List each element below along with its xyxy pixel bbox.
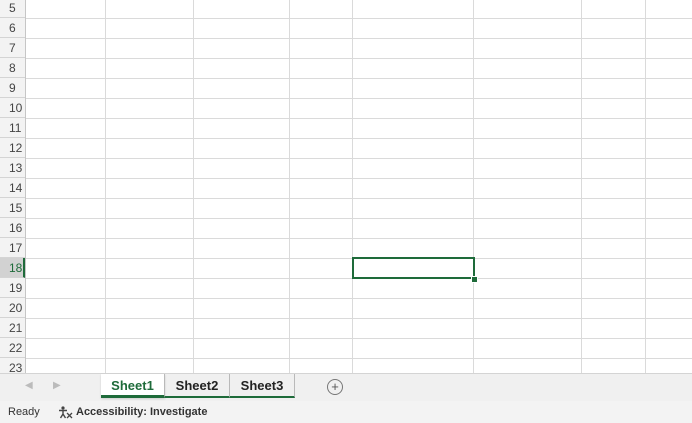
row-headers: 5 6 7 8 9 10 11 12 13 14 15 16 17 18 19 … (0, 0, 26, 373)
gridline (26, 118, 692, 119)
row-header[interactable]: 11 (0, 118, 25, 138)
worksheet-grid[interactable]: 5 6 7 8 9 10 11 12 13 14 15 16 17 18 19 … (0, 0, 692, 373)
row-header[interactable]: 20 (0, 298, 25, 318)
row-header[interactable]: 6 (0, 18, 25, 38)
row-header[interactable]: 23 (0, 358, 25, 373)
row-header[interactable]: 21 (0, 318, 25, 338)
row-header[interactable]: 7 (0, 38, 25, 58)
gridline (26, 198, 692, 199)
gridline (26, 178, 692, 179)
gridline (26, 58, 692, 59)
gridline (26, 358, 692, 359)
row-header[interactable]: 12 (0, 138, 25, 158)
gridline (26, 318, 692, 319)
gridline (26, 138, 692, 139)
row-header[interactable]: 9 (0, 78, 25, 98)
active-cell[interactable] (352, 257, 475, 279)
row-header[interactable]: 13 (0, 158, 25, 178)
accessibility-status-button[interactable]: Accessibility: Investigate (76, 401, 207, 423)
row-header[interactable]: 22 (0, 338, 25, 358)
row-header[interactable]: 19 (0, 278, 25, 298)
row-header[interactable]: 8 (0, 58, 25, 78)
tab-sheet1[interactable]: Sheet1 (101, 374, 165, 398)
gridline (26, 298, 692, 299)
accessibility-icon[interactable] (57, 405, 73, 419)
gridline (26, 238, 692, 239)
gridline (26, 98, 692, 99)
gridline (26, 18, 692, 19)
gridline (193, 0, 194, 373)
tab-sheet3[interactable]: Sheet3 (230, 374, 295, 398)
gridline (26, 338, 692, 339)
row-header[interactable]: 16 (0, 218, 25, 238)
fill-handle[interactable] (471, 276, 478, 283)
row-header[interactable]: 10 (0, 98, 25, 118)
row-header[interactable]: 14 (0, 178, 25, 198)
gridline (581, 0, 582, 373)
gridline (26, 218, 692, 219)
prev-sheet-arrow-icon[interactable]: ◀ (25, 380, 33, 391)
gridline (645, 0, 646, 373)
add-sheet-button[interactable]: + (327, 379, 343, 395)
gridline (352, 0, 353, 373)
gridline (105, 0, 106, 373)
tab-sheet2[interactable]: Sheet2 (165, 374, 230, 398)
gridline (289, 0, 290, 373)
row-header-selected[interactable]: 18 (0, 258, 25, 278)
next-sheet-arrow-icon[interactable]: ▶ (53, 380, 61, 391)
sheet-tab-bar: ◀ ▶ Sheet1 Sheet2 Sheet3 + (0, 373, 692, 402)
row-header[interactable]: 17 (0, 238, 25, 258)
status-ready: Ready (8, 406, 40, 418)
gridline (26, 78, 692, 79)
row-header[interactable]: 15 (0, 198, 25, 218)
status-bar: Ready Accessibility: Investigate (0, 401, 692, 423)
gridline (26, 158, 692, 159)
row-header[interactable]: 5 (0, 0, 25, 18)
gridline (26, 38, 692, 39)
gridline (473, 0, 474, 373)
